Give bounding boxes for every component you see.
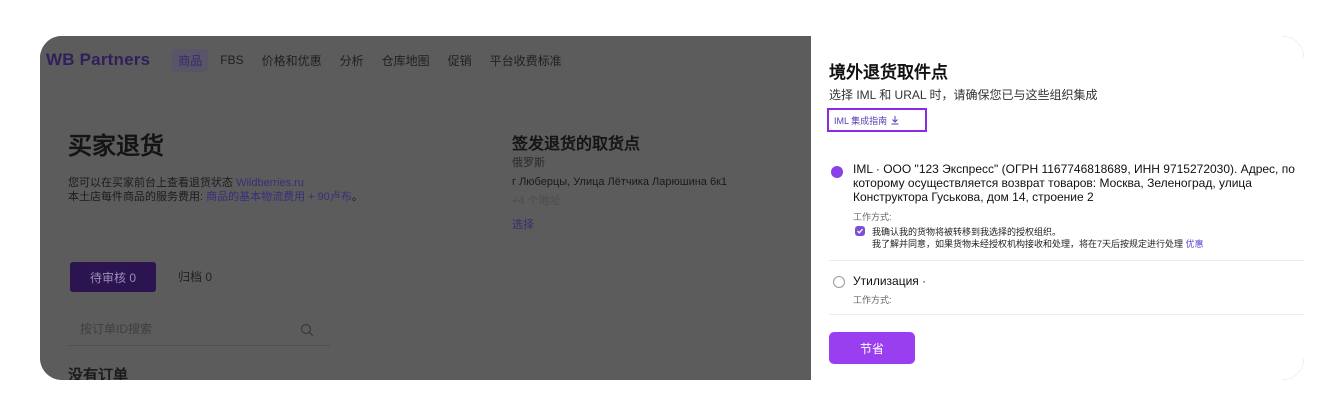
divider — [829, 314, 1304, 315]
desc-line2-text: 本土店每件商品的服务费用: — [68, 191, 207, 203]
panel-title: 境外退货取件点 — [829, 63, 948, 82]
nav-item-products[interactable]: 商品 — [172, 48, 209, 72]
return-point-more-addresses[interactable]: +4 个地址 — [512, 192, 561, 208]
top-navigation: WB Partners 商品 FBS 价格和优惠 分析 仓库地图 促销 平台收费… — [40, 36, 811, 84]
check-icon — [857, 228, 863, 234]
logo: WB Partners — [46, 50, 151, 69]
logistics-fee-link[interactable]: 商品的基本物流费用 + 90卢布 — [206, 191, 352, 203]
nav-item-fbs[interactable]: FBS — [220, 53, 243, 67]
background-page: WB Partners 商品 FBS 价格和优惠 分析 仓库地图 促销 平台收费… — [40, 36, 811, 380]
return-point-address: г Люберцы, Улица Лётчика Ларюшина 6к1 — [512, 176, 728, 188]
iml-guide-button[interactable]: IML 集成指南 — [827, 108, 927, 132]
divider — [829, 260, 1304, 261]
tab-pending[interactable]: 待审核 0 — [70, 262, 156, 292]
option-utilization-mode-label: 工作方式: — [853, 295, 892, 305]
nav-item-fees[interactable]: 平台收费标准 — [490, 52, 562, 69]
option-iml-text: IML · ООО "123 Экспресс" (ОГРН 116774681… — [853, 162, 1304, 204]
tab-archive[interactable]: 归档 0 — [178, 268, 212, 285]
option-iml-line2: которому осуществляется возврат товаров:… — [853, 176, 1252, 190]
return-point-select-link[interactable]: 选择 — [512, 216, 534, 232]
radio-selected[interactable] — [831, 166, 843, 178]
page-description: 您可以在买家前台上查看退货状态 Wildberries.ru 本土店每件商品的服… — [68, 176, 363, 204]
panel-subtitle: 选择 IML 和 URAL 时，请确保您已与这些组织集成 — [829, 88, 1098, 102]
nav-item-prices[interactable]: 价格和优惠 — [262, 52, 322, 69]
confirm-checkbox[interactable] — [855, 226, 865, 236]
confirm-text-line2-body: 我了解并同意，如果货物未经授权机构接收和处理，将在7天后按规定进行处理 — [872, 239, 1186, 249]
nav-item-promotions[interactable]: 促销 — [448, 52, 472, 69]
search-input[interactable] — [80, 322, 290, 336]
download-icon — [891, 116, 899, 125]
empty-state: 没有订单 — [68, 367, 129, 380]
nav-item-warehouse-map[interactable]: 仓库地图 — [382, 52, 430, 69]
option-utilization-label[interactable]: Утилизация · — [853, 274, 926, 288]
return-point-title: 签发退货的取货点 — [512, 136, 641, 153]
wildberries-link[interactable]: Wildberries.ru — [236, 177, 304, 189]
search-icon[interactable] — [300, 323, 314, 337]
nav-item-analytics[interactable]: 分析 — [340, 52, 364, 69]
radio-unselected[interactable] — [833, 276, 845, 288]
offer-link[interactable]: 优惠 — [1186, 239, 1204, 249]
option-iml-mode-label: 工作方式: — [853, 212, 892, 222]
order-search — [68, 316, 330, 346]
option-iml-line1: IML · ООО "123 Экспресс" (ОГРН 116774681… — [853, 162, 1295, 176]
desc-line2-suffix: 。 — [351, 191, 363, 203]
confirm-text-line2: 我了解并同意，如果货物未经授权机构接收和处理，将在7天后按规定进行处理 优惠 — [872, 237, 1204, 250]
iml-guide-label: IML 集成指南 — [834, 115, 888, 126]
page-title: 买家退货 — [68, 133, 164, 160]
app-frame: WB Partners 商品 FBS 价格和优惠 分析 仓库地图 促销 平台收费… — [40, 36, 1304, 380]
desc-line1-text: 您可以在买家前台上查看退货状态 — [68, 177, 237, 189]
option-iml-line3: Конструктора Гуськова, дом 14, строение … — [853, 190, 1094, 204]
return-point-country: 俄罗斯 — [512, 157, 545, 169]
return-point-panel: 境外退货取件点 选择 IML 和 URAL 时，请确保您已与这些组织集成 IML… — [811, 36, 1304, 380]
save-button[interactable]: 节省 — [829, 332, 915, 364]
